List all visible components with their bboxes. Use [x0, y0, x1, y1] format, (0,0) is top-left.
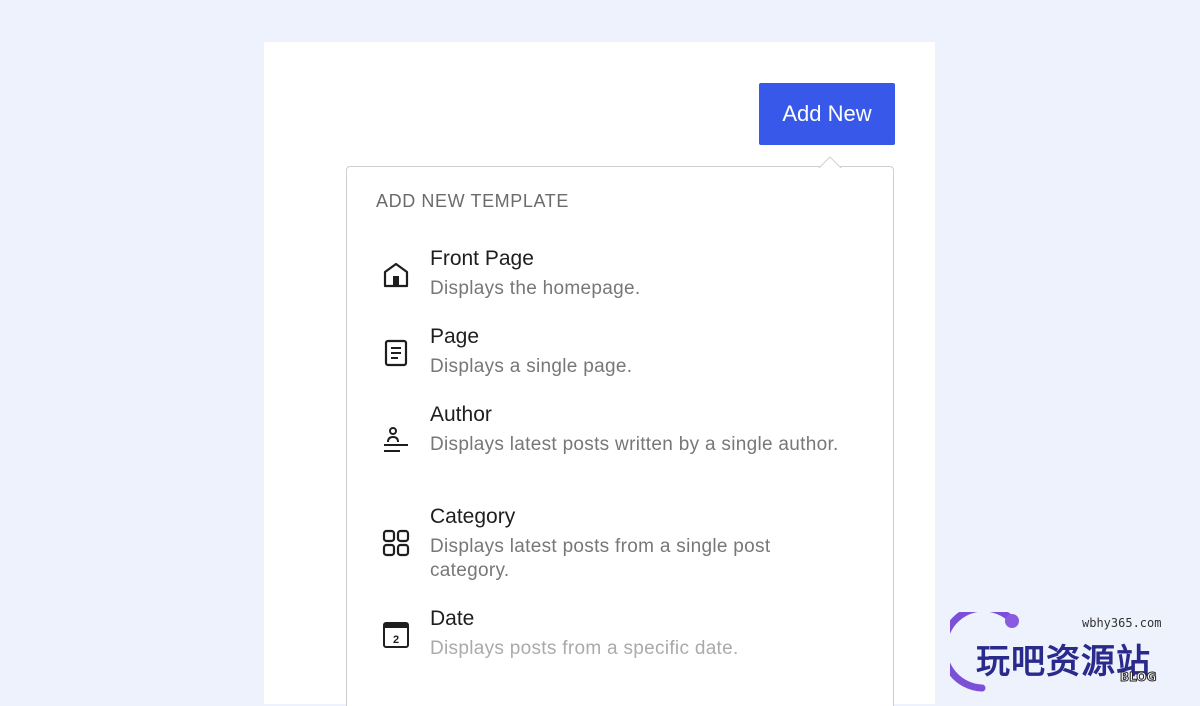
- calendar-day-number: 2: [393, 634, 399, 646]
- template-description: Displays latest posts from a single post…: [430, 536, 771, 581]
- watermark-badge: BLOG: [1119, 670, 1157, 685]
- template-title: Date: [430, 607, 475, 630]
- template-description: Displays posts from a specific date.: [430, 638, 739, 659]
- template-item-date[interactable]: 2 Date Displays posts from a specific da…: [376, 605, 876, 667]
- template-description: Displays latest posts written by a singl…: [430, 434, 839, 455]
- template-item-category[interactable]: Category Displays latest posts from a si…: [376, 503, 876, 589]
- watermark-url: wbhy365.com: [1082, 616, 1162, 630]
- popover-caret: [817, 154, 843, 168]
- template-title: Category: [430, 505, 516, 528]
- template-title: Page: [430, 325, 480, 348]
- category-icon: [380, 527, 412, 559]
- watermark-logo: wbhy365.com 玩吧资源站 BLOG: [950, 612, 1190, 696]
- home-icon: [380, 259, 412, 291]
- template-title: Front Page: [430, 247, 534, 270]
- template-description: Displays a single page.: [430, 356, 633, 377]
- template-item-author[interactable]: Author Displays latest posts written by …: [376, 401, 876, 487]
- template-title: Author: [430, 403, 492, 426]
- calendar-icon: 2: [380, 619, 412, 651]
- template-item-page[interactable]: Page Displays a single page.: [376, 323, 876, 385]
- add-new-button[interactable]: Add New: [759, 83, 895, 145]
- templates-panel: Add New ADD NEW TEMPLATE Front Page Disp…: [264, 42, 935, 706]
- author-icon: [380, 425, 412, 457]
- add-template-popover: ADD NEW TEMPLATE Front Page Displays the…: [346, 166, 894, 706]
- template-description: Displays the homepage.: [430, 278, 641, 299]
- popover-heading: ADD NEW TEMPLATE: [376, 191, 569, 211]
- page-icon: [380, 337, 412, 369]
- template-item-front-page[interactable]: Front Page Displays the homepage.: [376, 245, 876, 307]
